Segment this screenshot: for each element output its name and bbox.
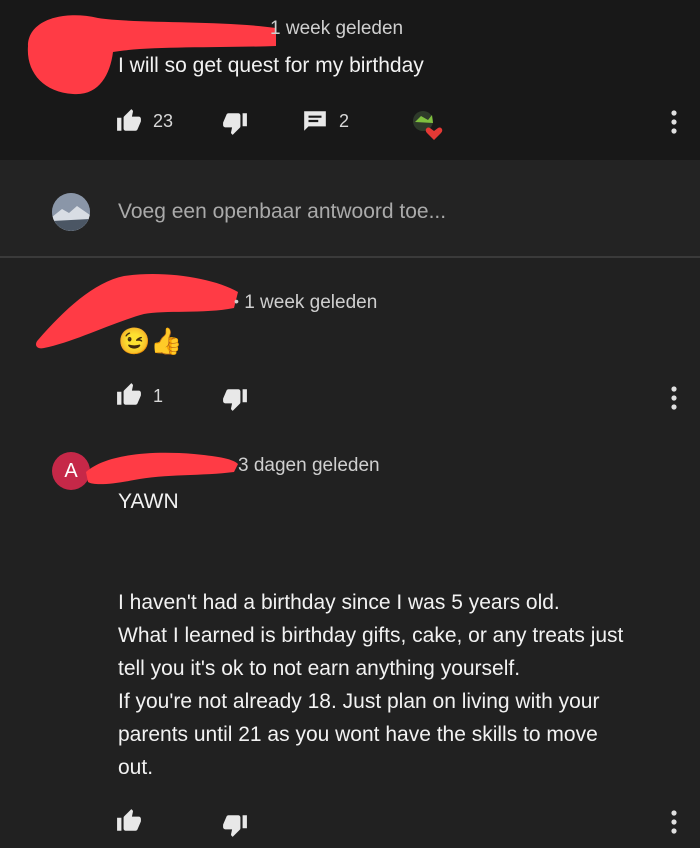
thumbs-down-icon [222,110,248,136]
reply-count: 2 [339,111,350,131]
more-options-button-3[interactable] [664,808,684,841]
comment-line: parents until 21 as you wont have the sk… [118,723,598,746]
comment-icon [302,108,328,134]
comment-timestamp-text-2: 1 week geleden [244,292,378,313]
comment-line: out. [118,756,154,779]
comment-timestamp-2: • 1 week geleden [234,292,378,313]
comment-line: If you're not already 18. Just plan on l… [118,690,600,713]
redacted-name-3 [86,452,238,485]
comment-body: I haven't had a birthday since I was 5 y… [118,586,623,784]
thumbs-down-icon [222,812,248,838]
divider [0,256,700,258]
comment-line: What I learned is birthday gifts, cake, … [118,624,624,647]
thumbs-up-icon [116,808,142,834]
comment-emoji: 😉👍 [118,326,183,356]
comment-text: I will so get quest for my birthday [118,54,424,77]
kebab-menu-icon [671,110,677,134]
more-options-button[interactable] [664,108,684,141]
like-button-3[interactable] [116,808,142,834]
thumbs-down-icon [222,386,248,412]
comment-timestamp: 1 week geleden [270,18,404,39]
kebab-menu-icon [671,810,677,834]
comment-line: I haven't had a birthday since I was 5 y… [118,591,560,614]
redacted-avatar-and-name [27,15,276,95]
dislike-button-2[interactable] [222,386,248,412]
kebab-menu-icon [671,386,677,410]
more-options-button-2[interactable] [664,384,684,417]
replies-button[interactable] [302,108,328,134]
thumbs-up-icon [116,382,142,408]
creator-avatar-heart-icon [413,111,443,140]
like-button-2[interactable] [116,382,142,408]
like-button[interactable] [116,108,142,134]
reply-input[interactable]: Voeg een openbaar antwoord toe... [118,200,446,224]
dislike-button[interactable] [222,110,248,136]
comment-line: tell you it's ok to not earn anything yo… [118,657,521,680]
like-count-2: 1 [153,386,164,406]
landscape-avatar-icon [52,193,90,231]
comment-timestamp-3: 3 dagen geleden [238,455,380,476]
like-count: 23 [153,111,174,131]
thumbs-up-icon [116,108,142,134]
dislike-button-3[interactable] [222,812,248,838]
creator-heart-badge [410,108,444,142]
comment-title: YAWN [118,490,179,513]
user-avatar [52,193,90,231]
